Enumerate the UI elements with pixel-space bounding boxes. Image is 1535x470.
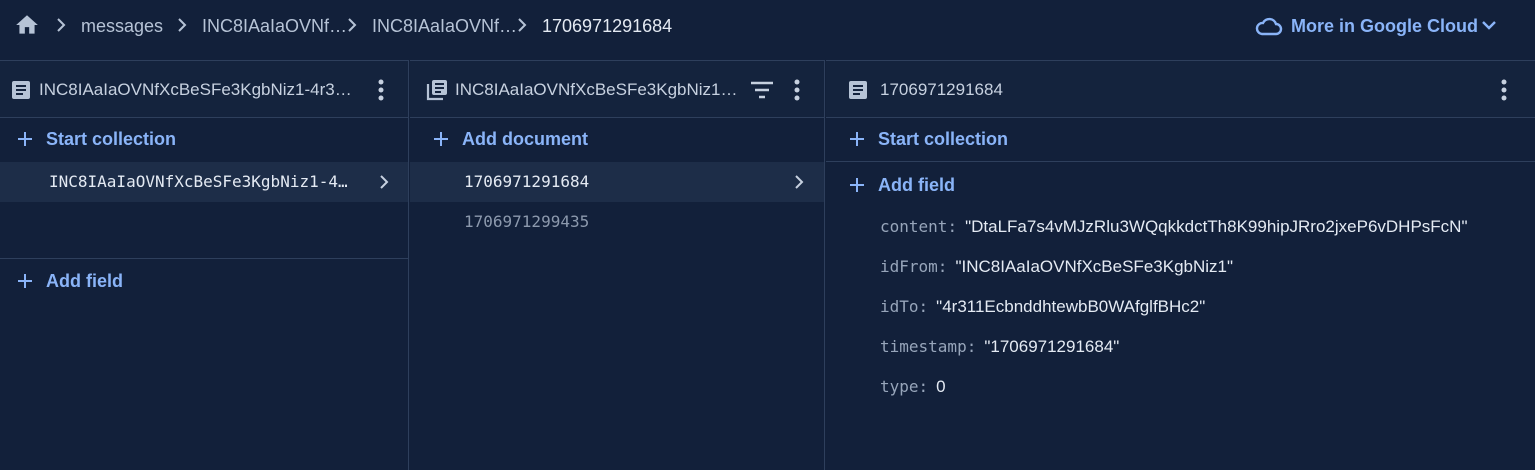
field-value: "4r311EcbnddhtewbB0WAfglfBHc2" (936, 297, 1206, 316)
panel-header: INC8IAaIaOVNfXcBeSFe3KgbNiz1-4r31… (0, 60, 408, 118)
list-item[interactable]: 1706971299435 (410, 202, 824, 242)
list-item[interactable]: 1706971291684 (410, 162, 824, 202)
more-in-google-cloud-label: More in Google Cloud (1291, 15, 1478, 36)
field-row-idto[interactable]: idTo: "4r311EcbnddhtewbB0WAfglfBHc2" (880, 297, 1205, 319)
document-id: 1706971299435 (464, 212, 590, 231)
breadcrumb-item-collection[interactable]: INC8IAaIaOVNf… (372, 16, 517, 36)
field-key: idTo (880, 297, 919, 316)
panel-header: 1706971291684 (826, 60, 1535, 118)
chevron-down-icon[interactable] (1480, 16, 1498, 34)
cloud-icon (1255, 17, 1283, 36)
chevron-right-icon (795, 175, 804, 189)
field-key: timestamp (880, 337, 967, 356)
panel-document: 1706971291684 Start collection Add field… (826, 60, 1535, 470)
add-field-button[interactable]: Add field (18, 268, 123, 294)
collection-icon (426, 80, 447, 101)
field-row-timestamp[interactable]: timestamp: "1706971291684" (880, 337, 1119, 359)
chevron-right-icon (380, 175, 389, 189)
add-field-label: Add field (878, 174, 955, 195)
more-vert-icon[interactable] (793, 78, 801, 102)
start-collection-button[interactable]: Start collection (18, 126, 176, 152)
more-vert-icon[interactable] (1500, 78, 1508, 102)
plus-icon (18, 132, 32, 146)
field-row-idfrom[interactable]: idFrom: "INC8IAaIaOVNfXcBeSFe3KgbNiz1" (880, 257, 1233, 279)
field-key: idFrom (880, 257, 938, 276)
home-icon[interactable] (14, 12, 40, 38)
chevron-right-icon (348, 18, 357, 32)
start-collection-button[interactable]: Start collection (850, 126, 1008, 152)
field-value: "INC8IAaIaOVNfXcBeSFe3KgbNiz1" (955, 257, 1234, 276)
field-value: "1706971291684" (984, 337, 1120, 356)
list-item-label: INC8IAaIaOVNfXcBeSFe3KgbNiz1-4… (49, 172, 348, 191)
divider (826, 161, 1535, 162)
divider (0, 258, 408, 259)
panel-parent-document: INC8IAaIaOVNfXcBeSFe3KgbNiz1-4r31… Start… (0, 60, 409, 470)
more-vert-icon[interactable] (377, 78, 385, 102)
start-collection-label: Start collection (878, 128, 1009, 149)
field-value: "DtaLFa7s4vMJzRlu3WQqkkdctTh8K99hipJRro2… (965, 217, 1468, 236)
panel-header: INC8IAaIaOVNfXcBeSFe3KgbNiz1-… (410, 60, 824, 118)
panel-title: INC8IAaIaOVNfXcBeSFe3KgbNiz1-… (455, 80, 740, 99)
add-field-label: Add field (46, 270, 123, 291)
more-in-google-cloud-link[interactable]: More in Google Cloud (1255, 13, 1478, 39)
plus-icon (434, 132, 448, 146)
breadcrumb-item-current: 1706971291684 (542, 16, 673, 36)
list-item[interactable]: INC8IAaIaOVNfXcBeSFe3KgbNiz1-4… (0, 162, 408, 202)
breadcrumb: messages INC8IAaIaOVNf… INC8IAaIaOVNf… 1… (0, 0, 1535, 52)
plus-icon (850, 132, 864, 146)
field-key: content (880, 217, 948, 236)
chevron-right-icon (57, 18, 66, 32)
document-icon (849, 81, 867, 99)
plus-icon (18, 274, 32, 288)
add-document-button[interactable]: Add document (434, 126, 588, 152)
field-value: 0 (936, 377, 946, 396)
field-row-type[interactable]: type: 0 (880, 377, 946, 399)
chevron-right-icon (178, 18, 187, 32)
panel-title: INC8IAaIaOVNfXcBeSFe3KgbNiz1-4r31… (39, 80, 361, 99)
document-icon (12, 81, 30, 99)
add-document-label: Add document (462, 128, 588, 149)
add-field-button[interactable]: Add field (850, 172, 955, 198)
breadcrumb-item-messages[interactable]: messages (81, 16, 163, 36)
filter-icon[interactable] (750, 80, 774, 100)
field-key: type (880, 377, 919, 396)
breadcrumb-item-document[interactable]: INC8IAaIaOVNf… (202, 16, 347, 36)
panel-collection: INC8IAaIaOVNfXcBeSFe3KgbNiz1-… Add docum… (410, 60, 825, 470)
document-id: 1706971291684 (464, 172, 590, 191)
chevron-right-icon (518, 18, 527, 32)
field-row-content[interactable]: content: "DtaLFa7s4vMJzRlu3WQqkkdctTh8K9… (880, 217, 1467, 239)
plus-icon (850, 178, 864, 192)
start-collection-label: Start collection (46, 128, 177, 149)
panel-title: 1706971291684 (880, 80, 1003, 99)
